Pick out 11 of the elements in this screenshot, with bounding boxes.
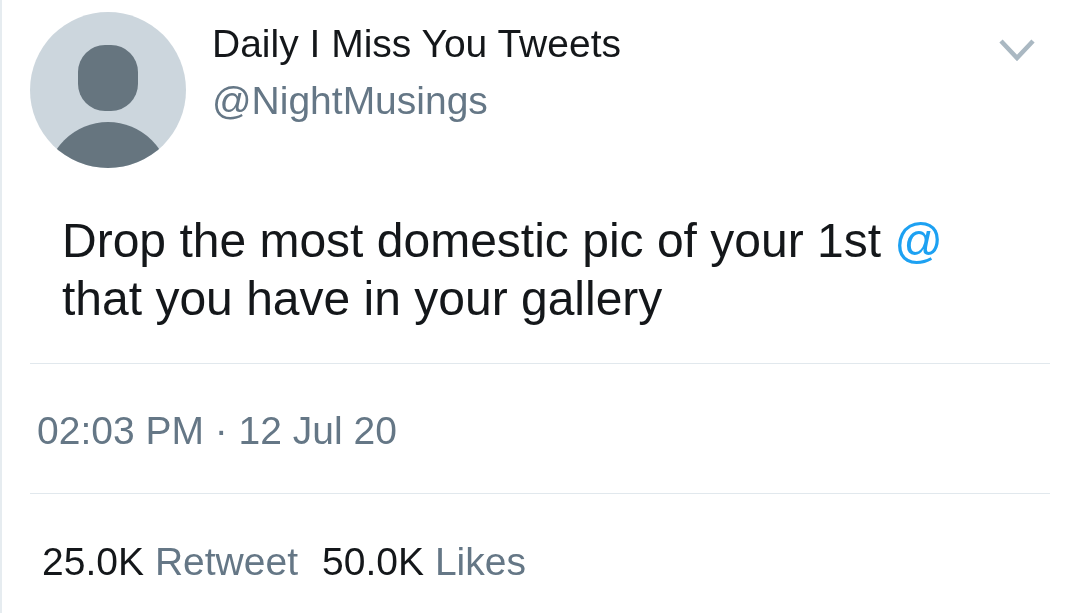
tweet-text: Drop the most domestic pic of your 1st @ that you have in your gallery bbox=[62, 213, 945, 327]
author-handle: @NightMusings bbox=[212, 79, 488, 123]
tweet-timestamp: 02:03 PM · 12 Jul 20 bbox=[37, 409, 397, 453]
chevron-down-icon[interactable] bbox=[999, 39, 1035, 61]
mention-link[interactable]: @ bbox=[894, 214, 944, 267]
stat-count: 50.0K bbox=[322, 540, 424, 584]
author-name: Daily I Miss You Tweets bbox=[212, 22, 621, 66]
avatar-icon bbox=[30, 12, 186, 168]
stat-label[interactable]: Retweet bbox=[154, 540, 298, 584]
stat-count: 25.0K bbox=[42, 540, 144, 584]
stat-label[interactable]: Likes bbox=[434, 540, 526, 584]
